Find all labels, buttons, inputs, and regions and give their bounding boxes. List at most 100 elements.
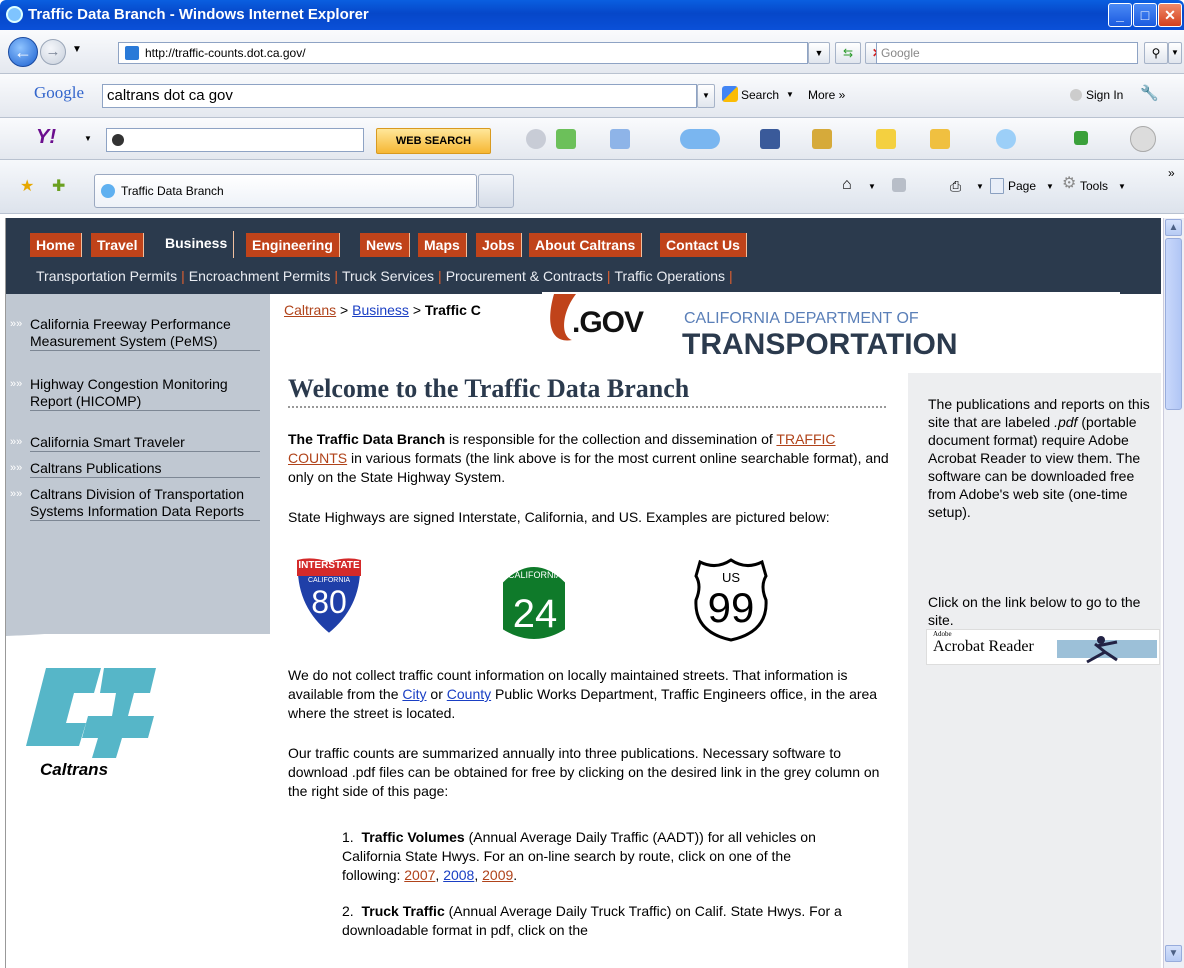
history-dropdown-icon[interactable]: ▼ [72,44,82,55]
settings-gear-icon[interactable] [1130,126,1156,152]
close-button[interactable]: ✕ [1158,3,1182,27]
google-dropdown-icon[interactable]: ▼ [697,84,715,108]
list-item-traffic-volumes: 1. Traffic Volumes (Annual Average Daily… [342,829,816,883]
acrobat-reader-link[interactable]: Adobe Acrobat Reader [926,629,1160,665]
banner-transportation-text: TRANSPORTATION [682,328,958,361]
facebook-icon[interactable] [760,129,780,149]
yahoo-search-input[interactable] [106,128,364,152]
search-input[interactable]: Google [876,42,1138,64]
google-more-button[interactable]: More » [808,86,845,104]
subnav-procurement-contracts[interactable]: Procurement & Contracts [446,268,603,284]
favorites-star-icon[interactable]: ★ [20,178,34,196]
chevron-more-icon[interactable]: » [1168,164,1175,182]
games-icon[interactable] [812,129,832,149]
search-options-icon[interactable]: ▼ [1168,42,1182,64]
page-dropdown-icon[interactable]: ▼ [1046,178,1054,196]
search-icon[interactable]: ⚲ [1144,42,1168,64]
google-search-dropdown-icon[interactable]: ▼ [786,86,794,104]
sidebar-curve [6,576,270,636]
city-link[interactable]: City [402,686,426,702]
address-dropdown-button[interactable]: ▼ [808,42,830,64]
google-search-input[interactable]: caltrans dot ca gov [102,84,697,108]
scroll-up-arrow-icon[interactable]: ▲ [1165,219,1182,236]
acrobat-text: Acrobat Reader [933,638,1034,655]
item1-num: 1. [342,829,354,845]
sidebar-link-publications[interactable]: »» Caltrans Publications [10,460,260,478]
nav-business[interactable]: Business [159,231,235,258]
page-menu-button[interactable]: Page [1008,177,1036,195]
nav-engineering[interactable]: Engineering [246,233,340,257]
google-search-icon[interactable] [722,86,738,102]
nav-home[interactable]: Home [30,233,82,257]
adobe-small-text: Adobe [933,630,952,638]
new-tab-button[interactable] [478,174,514,208]
yahoo-menu-icon[interactable]: ▼ [84,130,92,148]
wrench-icon[interactable]: 🔧 [1140,85,1159,103]
minimize-button[interactable]: _ [1108,3,1132,27]
add-button-icon[interactable] [1074,131,1088,145]
year-2008-link[interactable]: 2008 [443,867,474,883]
add-favorites-icon[interactable]: ✚ [52,178,65,196]
tab-traffic-data-branch[interactable]: Traffic Data Branch [94,174,477,208]
ie-logo-icon [6,6,23,23]
google-logo: Google [34,83,85,102]
print-icon[interactable]: ⎙ [950,177,961,195]
google-search-button[interactable]: Search [741,86,779,104]
yahoo-web-search-button[interactable]: WEB SEARCH [376,128,491,154]
weather-icon[interactable] [680,129,720,149]
tools-menu-button[interactable]: Tools [1080,177,1108,195]
ie-shortcut-icon[interactable] [996,129,1016,149]
publications-paragraph: Our traffic counts are summarized annual… [288,745,880,799]
item2-num: 2. [342,903,354,919]
sidebar-link-label: Caltrans Division of Transportation Syst… [30,486,244,519]
breadcrumb-sep: > [340,302,349,318]
tools-dropdown-icon[interactable]: ▼ [1118,178,1126,196]
year-2009-link[interactable]: 2009 [482,867,513,883]
feeds-icon[interactable] [892,178,906,192]
google-signin-button[interactable]: Sign In [1086,86,1123,104]
sidebar-link-hicomp[interactable]: »» Highway Congestion Monitoring Report (… [10,376,260,411]
intro-text2: in various formats (the link above is fo… [288,450,889,485]
subnav-encroachment-permits[interactable]: Encroachment Permits [189,268,331,284]
caltrans-logo-text: Caltrans [40,760,109,779]
nav-contact-us[interactable]: Contact Us [660,233,747,257]
sidebar-link-data-reports[interactable]: »» Caltrans Division of Transportation Sy… [10,486,260,521]
mail-icon[interactable] [610,129,630,149]
yahoo-logo: Y! [36,126,56,148]
subnav-traffic-operations[interactable]: Traffic Operations [615,268,726,284]
intro-paragraph: The Traffic Data Branch is responsible f… [288,430,898,487]
nav-maps[interactable]: Maps [418,233,467,257]
forward-button[interactable]: → [40,39,66,65]
scroll-down-arrow-icon[interactable]: ▼ [1165,945,1182,962]
sidebar-link-pems[interactable]: »» California Freeway Performance Measure… [10,316,260,351]
scrollbar-thumb[interactable] [1165,238,1182,410]
pdf-info-text: The publications and reports on this sit… [928,395,1150,521]
subnav-truck-services[interactable]: Truck Services [342,268,434,284]
year-2007-link[interactable]: 2007 [404,867,435,883]
antispy-icon[interactable] [526,129,546,149]
home-icon[interactable]: ⌂ [842,176,852,194]
pdf-label: .pdf [1054,414,1078,430]
nav-jobs[interactable]: Jobs [476,233,522,257]
breadcrumb-sep: > [412,302,421,318]
tools-gear-icon: ⚙ [1062,175,1077,192]
nav-news[interactable]: News [360,233,410,257]
breadcrumb-business[interactable]: Business [352,302,409,318]
bookmarks-icon[interactable] [556,129,576,149]
nav-travel[interactable]: Travel [91,233,145,257]
county-link[interactable]: County [447,686,491,702]
back-button[interactable]: ← [8,37,38,67]
home-dropdown-icon[interactable]: ▼ [868,178,876,196]
banner-dept-text: CALIFORNIA DEPARTMENT OF [684,310,919,327]
print-dropdown-icon[interactable]: ▼ [976,178,984,196]
breadcrumb-caltrans[interactable]: Caltrans [284,302,336,318]
sidebar-link-smart-traveler[interactable]: »» California Smart Traveler [10,434,260,452]
address-bar[interactable]: http://traffic-counts.dot.ca.gov/ [118,42,808,64]
address-text: http://traffic-counts.dot.ca.gov/ [145,46,306,60]
notepad-icon[interactable] [930,129,950,149]
refresh-button[interactable]: ⇆ [835,42,861,64]
ebay-icon[interactable] [876,129,896,149]
nav-about-caltrans[interactable]: About Caltrans [529,233,643,257]
maximize-button[interactable]: □ [1133,3,1157,27]
subnav-transportation-permits[interactable]: Transportation Permits [36,268,177,284]
